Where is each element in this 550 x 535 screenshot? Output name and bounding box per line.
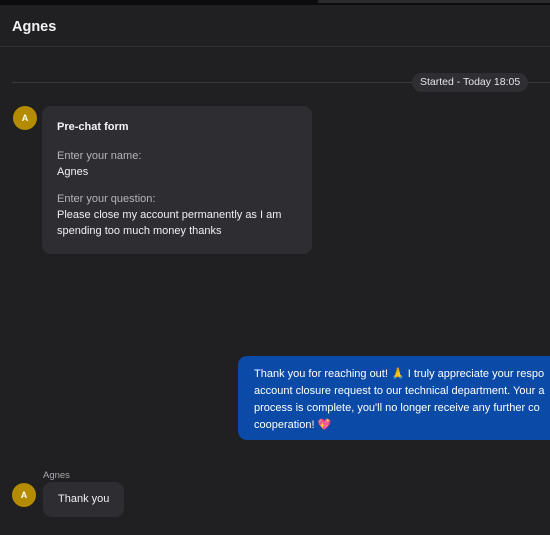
- name-field-value: Agnes: [57, 166, 89, 178]
- customer-message-bubble: Thank you: [43, 482, 125, 517]
- message-sender-name: Agnes: [43, 470, 70, 481]
- agent-message-line: Thank you for reaching out! 🙏 I truly ap…: [254, 368, 545, 380]
- question-field-label: Enter your question:: [57, 193, 156, 205]
- customer-avatar: A: [13, 106, 37, 130]
- started-timestamp-badge: Started - Today 18:05: [412, 73, 529, 92]
- question-field-value-line-2: spending too much money thanks: [57, 225, 222, 237]
- prechat-form-title: Pre-chat form: [57, 121, 129, 133]
- conversation-title: Agnes: [12, 19, 57, 35]
- agent-message-line: account closure request to our technical…: [254, 385, 545, 397]
- agent-message-line: cooperation! 💖: [254, 419, 332, 431]
- top-notch: [318, 0, 550, 3]
- question-field-value-line-1: Please close my account permanently as I…: [57, 209, 282, 221]
- conversation-header: Agnes: [0, 5, 550, 47]
- agent-message-line: process is complete, you'll no longer re…: [254, 402, 540, 414]
- agent-message-bubble: Thank you for reaching out! 🙏 I truly ap…: [238, 356, 550, 440]
- prechat-form-message: Pre-chat form Enter your name: Agnes Ent…: [42, 106, 312, 254]
- customer-avatar: A: [12, 483, 36, 507]
- name-field-label: Enter your name:: [57, 150, 142, 162]
